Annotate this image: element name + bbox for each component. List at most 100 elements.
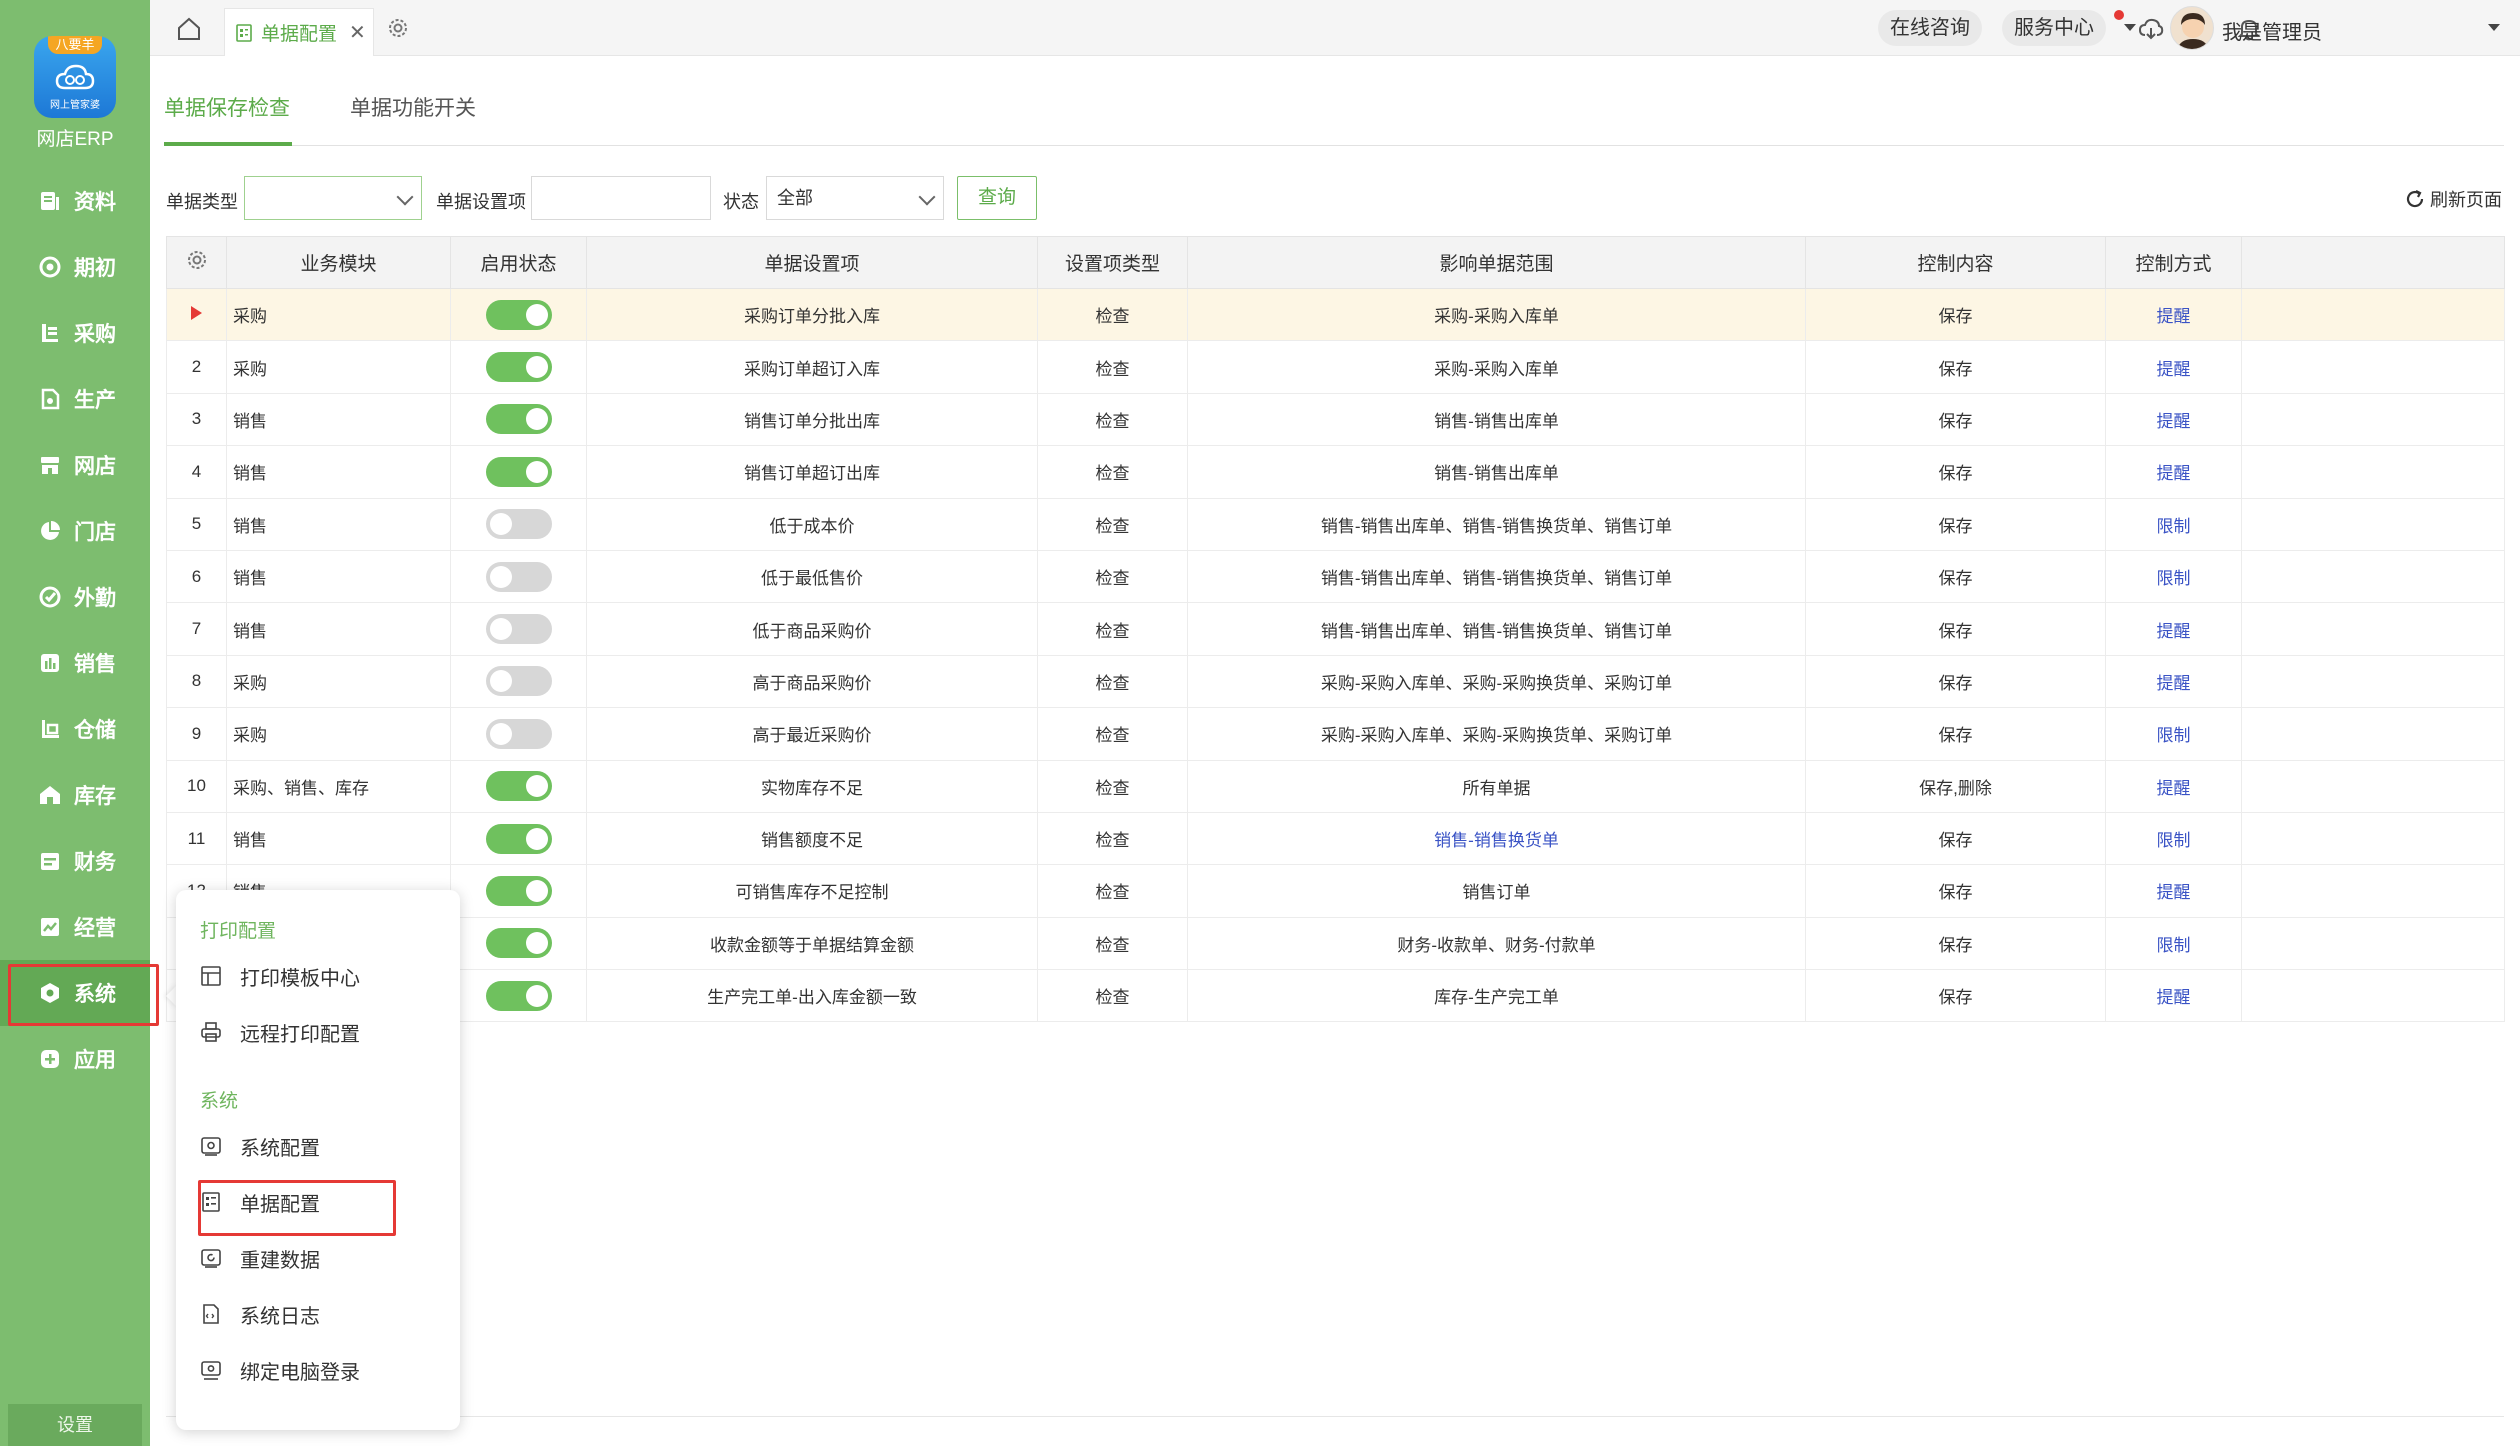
control-mode-link[interactable]: 限制 xyxy=(2157,936,2191,955)
table-row[interactable]: 8 采购 高于商品采购价 检查 采购-采购入库单、采购-采购换货单、采购订单 保存 提醒 xyxy=(166,654,2505,709)
enable-toggle[interactable] xyxy=(485,456,552,487)
menu-item-print-template[interactable]: 打印模板中心 xyxy=(200,956,440,996)
table-row[interactable]: 3 销售 销售订单分批出库 检查 销售-销售出库单 保存 提醒 xyxy=(166,392,2505,447)
sidebar-item-store[interactable]: 网店 xyxy=(0,432,150,498)
header-module[interactable]: 业务模块 xyxy=(226,236,451,289)
enable-toggle[interactable] xyxy=(485,875,552,906)
tab-save-check[interactable]: 单据保存检查 xyxy=(164,92,290,122)
tab-function-switch[interactable]: 单据功能开关 xyxy=(350,92,476,122)
control-mode-link[interactable]: 提醒 xyxy=(2157,412,2191,431)
tab-doc-config[interactable]: 单据配置 ✕ xyxy=(224,8,374,56)
enable-toggle[interactable] xyxy=(485,404,552,435)
control-mode-link[interactable]: 提醒 xyxy=(2157,988,2191,1007)
table-row[interactable]: 12销售可销售库存不足控制检查销售订单保存提醒 xyxy=(166,864,2505,918)
cell-filler xyxy=(2241,759,2505,813)
control-mode-link[interactable]: 提醒 xyxy=(2157,883,2191,902)
enable-toggle[interactable] xyxy=(485,299,552,330)
query-button[interactable]: 查询 xyxy=(957,176,1037,220)
online-consult-button[interactable]: 在线咨询 xyxy=(1878,10,1982,46)
enable-toggle[interactable] xyxy=(485,509,552,540)
menu-item-rebuild-data[interactable]: 重建数据 xyxy=(200,1238,440,1278)
scope-text: 销售-销售出库单、销售-销售换货单、销售订单 xyxy=(1320,621,1673,641)
enable-toggle[interactable] xyxy=(485,352,552,383)
chevron-down-icon[interactable] xyxy=(2124,24,2136,31)
control-mode-link[interactable]: 限制 xyxy=(2157,517,2191,536)
header-setting[interactable]: 单据设置项 xyxy=(586,236,1038,289)
control-mode-link[interactable]: 限制 xyxy=(2157,831,2191,850)
control-mode-link[interactable]: 提醒 xyxy=(2157,779,2191,798)
table-row[interactable]: 9 采购 高于最近采购价 检查 采购-采购入库单、采购-采购换货单、采购订单 保存 限制 xyxy=(166,707,2505,761)
avatar[interactable] xyxy=(2170,6,2214,50)
enable-toggle[interactable] xyxy=(485,928,552,959)
control-mode-link[interactable]: 限制 xyxy=(2157,569,2191,588)
service-center-button[interactable]: 服务中心 xyxy=(2002,10,2106,46)
table-row[interactable]: 采购 采购订单分批入库 检查 采购-采购入库单 保存 提醒 xyxy=(166,287,2505,342)
home-icon[interactable] xyxy=(176,16,202,42)
enable-toggle[interactable] xyxy=(485,823,552,854)
enable-toggle[interactable] xyxy=(485,980,552,1011)
cloud-download-icon[interactable] xyxy=(2138,16,2164,42)
control-mode-link[interactable]: 提醒 xyxy=(2157,674,2191,693)
cell-module: 采购 xyxy=(226,340,451,394)
cell-filler xyxy=(2241,340,2505,394)
cell-setting: 实物库存不足 xyxy=(586,759,1038,813)
setting-item-input[interactable] xyxy=(531,176,711,220)
control-mode-link[interactable]: 提醒 xyxy=(2157,622,2191,641)
sidebar-item-shop[interactable]: 门店 xyxy=(0,498,150,564)
header-type[interactable]: 设置项类型 xyxy=(1037,236,1188,289)
scope-text[interactable]: 销售-销售换货单 xyxy=(1434,831,1559,850)
sidebar-item-operation[interactable]: 经营 xyxy=(0,894,150,960)
sidebar-item-sales[interactable]: 销售 xyxy=(0,630,150,696)
table-row[interactable]: 4 销售 销售订单超订出库 检查 销售-销售出库单 保存 提醒 xyxy=(166,445,2505,499)
table-row[interactable]: 6 销售 低于最低售价 检查 销售-销售出库单、销售-销售换货单、销售订单 保存 限制 xyxy=(166,549,2505,604)
sidebar-item-inventory[interactable]: 库存 xyxy=(0,762,150,828)
table-row[interactable]: 7 销售 低于商品采购价 检查 销售-销售出库单、销售-销售换货单、销售订单 保存 提醒 xyxy=(166,602,2505,656)
menu-item-system-log[interactable]: 系统日志 xyxy=(200,1294,440,1334)
menu-item-doc-config[interactable]: 单据配置 xyxy=(198,1180,440,1236)
header-enabled[interactable]: 启用状态 xyxy=(450,236,587,289)
row-number: 3 xyxy=(191,409,202,429)
user-name[interactable]: 我是管理员 xyxy=(2222,16,2322,45)
table-row[interactable]: 5 销售 低于成本价 检查 销售-销售出库单、销售-销售换货单、销售订单 保存 限制 xyxy=(166,497,2505,551)
control-mode-link[interactable]: 限制 xyxy=(2157,726,2191,745)
sidebar-item-field[interactable]: 外勤 xyxy=(0,564,150,630)
scope-text: 采购-采购入库单 xyxy=(1434,359,1559,379)
refresh-page-button[interactable]: 刷新页面 xyxy=(2404,186,2502,212)
doc-type-select[interactable] xyxy=(244,176,422,220)
sidebar-item-apps[interactable]: 应用 xyxy=(0,1026,150,1092)
control-mode-link[interactable]: 提醒 xyxy=(2157,307,2191,326)
enable-toggle[interactable] xyxy=(485,614,552,645)
chevron-down-icon[interactable] xyxy=(2488,24,2500,31)
enable-toggle[interactable] xyxy=(485,718,552,749)
sidebar-item-system[interactable]: 系统 xyxy=(0,960,159,1026)
menu-item-remote-print[interactable]: 远程打印配置 xyxy=(200,1012,440,1052)
header-content[interactable]: 控制内容 xyxy=(1805,236,2106,289)
header-scope[interactable]: 影响单据范围 xyxy=(1187,236,1806,289)
sidebar-item-finance[interactable]: 财务 xyxy=(0,828,150,894)
table-row[interactable]: 11 销售 销售额度不足 检查 销售-销售换货单 保存 限制 xyxy=(166,811,2505,866)
sidebar-item-opening[interactable]: 期初 xyxy=(0,234,150,300)
close-icon[interactable]: ✕ xyxy=(349,20,366,45)
sidebar-item-warehouse[interactable]: 仓储 xyxy=(0,696,150,762)
enable-toggle[interactable] xyxy=(485,561,552,592)
chevron-down-icon xyxy=(396,188,414,206)
table-row[interactable]: 10 采购、销售、库存 实物库存不足 检查 所有单据 保存,删除 提醒 xyxy=(166,759,2505,813)
enable-toggle[interactable] xyxy=(485,666,552,697)
table-row[interactable]: 13收款金额等于单据结算金额检查财务-收款单、财务-付款单保存限制 xyxy=(166,916,2505,971)
row-number: 4 xyxy=(191,461,202,481)
sidebar-item-purchase[interactable]: 采购 xyxy=(0,300,150,366)
header-mode[interactable]: 控制方式 xyxy=(2105,236,2242,289)
control-mode-link[interactable]: 提醒 xyxy=(2157,464,2191,483)
gear-icon[interactable] xyxy=(386,16,410,40)
enable-toggle[interactable] xyxy=(485,771,552,802)
column-settings[interactable] xyxy=(166,236,227,289)
table-row[interactable]: 2 采购 采购订单超订入库 检查 采购-采购入库单 保存 提醒 xyxy=(166,340,2505,394)
settings-button[interactable]: 设置 xyxy=(8,1404,142,1446)
control-mode-link[interactable]: 提醒 xyxy=(2157,360,2191,379)
status-select[interactable]: 全部 xyxy=(766,176,944,220)
sidebar-item-profile[interactable]: 资料 xyxy=(0,168,150,234)
menu-item-bind-pc[interactable]: 绑定电脑登录 xyxy=(200,1350,440,1390)
menu-item-system-config[interactable]: 系统配置 xyxy=(200,1126,440,1166)
sidebar-item-production[interactable]: 生产 xyxy=(0,366,150,432)
table-row[interactable]: 14生产完工单-出入库金额一致检查库存-生产完工单保存提醒 xyxy=(166,969,2505,1023)
